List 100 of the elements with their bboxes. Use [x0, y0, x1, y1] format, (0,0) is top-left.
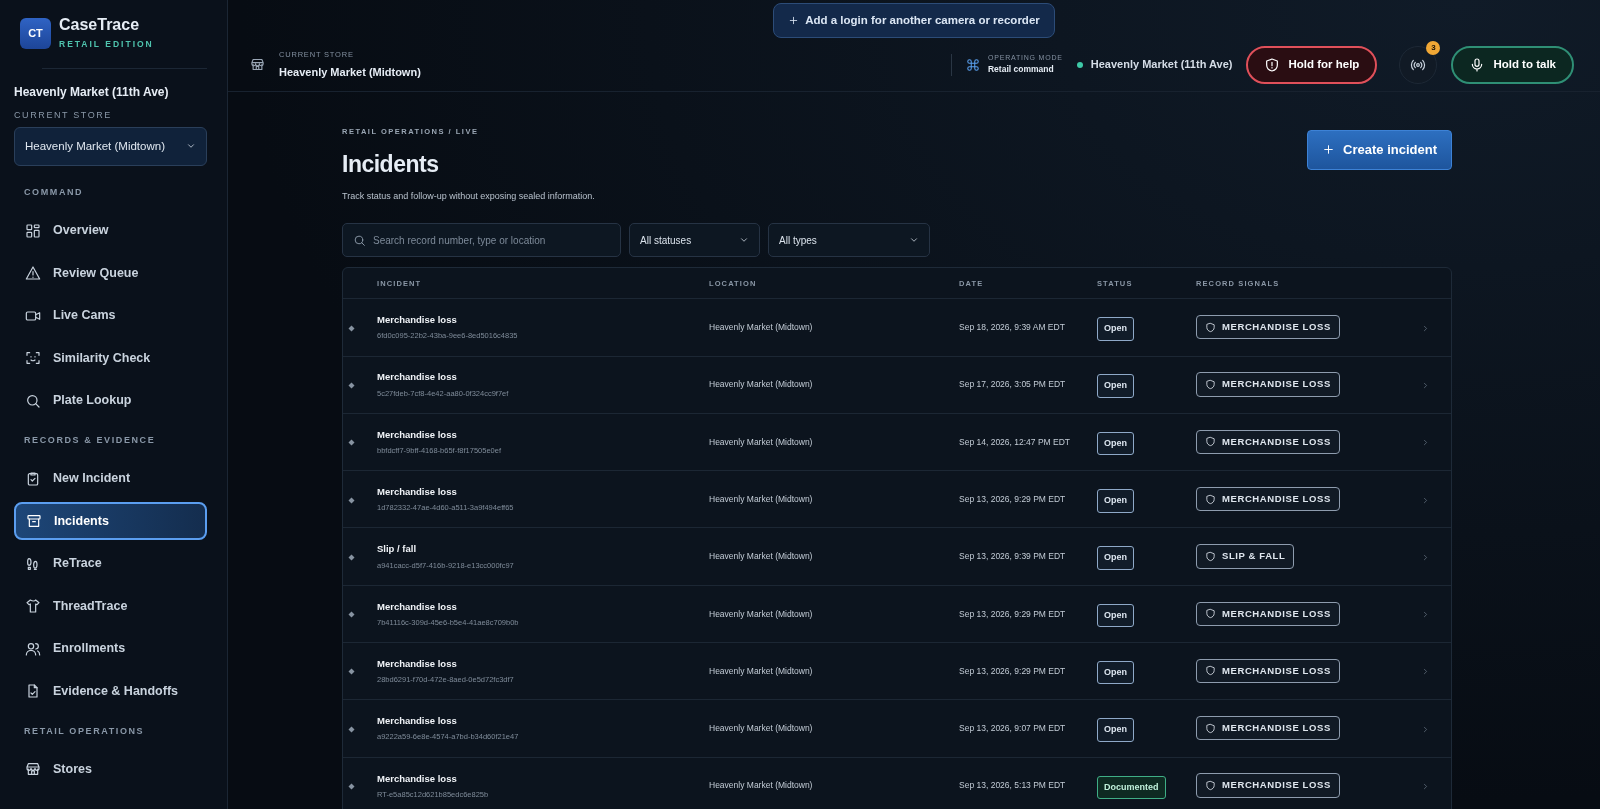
record-signal-tag: MERCHANDISE LOSS [1196, 429, 1340, 454]
date-cell-text: Sep 13, 2026, 9:39 PM EDT [959, 550, 1067, 563]
status-tag: Open [1097, 431, 1134, 456]
location-cell-text: Heavenly Market (Midtown) [709, 550, 814, 563]
command-key-icon [965, 57, 980, 72]
hold-for-help-button[interactable]: Hold for help [1246, 45, 1378, 84]
incident-type: Merchandise loss [377, 599, 458, 614]
diamond-icon [347, 323, 356, 333]
nav-item[interactable]: New Incident [14, 459, 207, 498]
type-select[interactable]: All types [768, 223, 930, 258]
site-name: Heavenly Market (11th Ave) [1090, 57, 1233, 73]
status-select[interactable]: All statuses [629, 223, 760, 258]
diamond-icon [347, 438, 356, 448]
location-cell-text: Heavenly Market (Midtown) [709, 722, 814, 735]
date-cell-text: Sep 13, 2026, 9:29 PM EDT [959, 664, 1067, 678]
nav-item[interactable]: Incidents [14, 502, 207, 541]
location-cell-text: Heavenly Market (Midtown) [709, 664, 814, 678]
storefront-icon [250, 57, 265, 72]
document-check-icon [25, 683, 41, 700]
location-cell-text: Heavenly Market (Midtown) [709, 321, 814, 334]
status-tag: Open [1097, 489, 1134, 513]
status-tag: Open [1097, 374, 1134, 398]
incident-type: Slip / fall [377, 542, 418, 557]
status-tag: Open [1097, 317, 1134, 341]
edition-label: RETAIL EDITION [59, 37, 154, 51]
nav-section-label: COMMAND [24, 186, 85, 200]
add-login-button[interactable]: Add a login for another camera or recorder [773, 3, 1055, 39]
shield-icon [1205, 665, 1216, 677]
nav-item[interactable]: Plate Lookup [14, 381, 207, 420]
chevron-right-icon [1421, 667, 1430, 677]
diamond-icon [347, 782, 356, 792]
status-dot [1076, 61, 1083, 68]
shield-icon [1205, 321, 1216, 333]
shirt-icon [25, 598, 41, 615]
plus-icon [788, 15, 800, 27]
diamond-icon [347, 610, 356, 620]
storefront-icon [25, 761, 41, 778]
date-cell-text: Sep 14, 2026, 12:47 PM EDT [959, 435, 1072, 449]
store-label: CURRENT STORE [14, 109, 113, 123]
diamond-icon [347, 495, 356, 505]
nav-item[interactable]: Live Cams [14, 296, 207, 335]
record-signal-tag: MERCHANDISE LOSS [1196, 372, 1340, 397]
search-icon [353, 234, 366, 248]
warning-icon [25, 265, 41, 282]
nav-item[interactable]: Evidence & Handoffs [14, 672, 207, 711]
date-cell-text: Sep 17, 2026, 3:05 PM EDT [959, 378, 1067, 392]
nav-item[interactable]: Enrollments [14, 629, 207, 668]
location-cell-text: Heavenly Market (Midtown) [709, 607, 814, 621]
store-select[interactable]: Heavenly Market (Midtown) [14, 126, 207, 167]
people-icon [25, 640, 41, 657]
incident-type: Merchandise loss [377, 485, 458, 500]
location-cell-text: Heavenly Market (Midtown) [709, 779, 814, 793]
shield-icon [1205, 436, 1216, 448]
shield-icon [1205, 780, 1216, 792]
create-incident-button[interactable]: Create incident [1307, 130, 1452, 170]
status-tag: Open [1097, 546, 1134, 570]
search-icon [25, 392, 41, 409]
brand-name: CaseTrace [59, 16, 141, 34]
page-subtitle: Track status and follow-up without exposing sealed information. [342, 189, 595, 203]
diamond-icon [347, 724, 356, 734]
shield-icon [1205, 379, 1216, 390]
status-tag: Open [1097, 660, 1134, 685]
incident-type: Merchandise loss [377, 313, 458, 328]
face-scan-icon [25, 350, 41, 367]
record-signal-tag: MERCHANDISE LOSS [1196, 601, 1340, 626]
diamond-icon [347, 667, 356, 677]
chevron-right-icon [1421, 438, 1430, 448]
nav-item[interactable]: ThreadTrace [14, 587, 207, 626]
store-name: Heavenly Market (Midtown) [279, 64, 421, 80]
location-cell-text: Heavenly Market (Midtown) [709, 492, 814, 506]
record-signal-tag: SLIP & FALL [1196, 544, 1295, 569]
diamond-icon [347, 380, 356, 390]
search-field[interactable]: Search record number, type or location [342, 223, 621, 258]
archive-box-icon [26, 513, 42, 530]
chevron-right-icon [1421, 610, 1430, 620]
record-signal-tag: MERCHANDISE LOSS [1196, 486, 1340, 512]
logo: CT [20, 17, 51, 49]
nav-item[interactable]: Similarity Check [14, 339, 207, 378]
date-cell-text: Sep 18, 2026, 9:39 AM EDT [959, 321, 1066, 334]
nav-item[interactable]: Overview [14, 211, 207, 250]
chevron-right-icon [1421, 495, 1430, 505]
record-signal-tag: MERCHANDISE LOSS [1196, 773, 1340, 798]
nav-section-label: RETAIL OPERATIONS [24, 724, 146, 738]
incident-type: Merchandise loss [377, 427, 458, 442]
status-tag: Open [1097, 718, 1134, 742]
clipboard-check-icon [25, 470, 41, 487]
hold-to-talk-button[interactable]: Hold to talk [1451, 45, 1574, 84]
nav-item[interactable]: Review Queue [14, 254, 207, 293]
nav-section-label: RECORDS & EVIDENCE [24, 434, 157, 448]
nav-item[interactable]: Stores [14, 750, 207, 789]
nav-item[interactable]: ReTrace [14, 544, 207, 583]
incident-type: Merchandise loss [377, 714, 458, 729]
shield-icon [1205, 493, 1216, 505]
status-tag: Documented [1097, 775, 1166, 799]
shield-icon [1205, 608, 1216, 620]
shield-icon [1264, 56, 1281, 73]
incident-type: Merchandise loss [377, 656, 458, 671]
location-cell-text: Heavenly Market (Midtown) [709, 435, 814, 449]
chevron-right-icon [1421, 782, 1430, 792]
mode-value: Retail command [987, 63, 1055, 77]
